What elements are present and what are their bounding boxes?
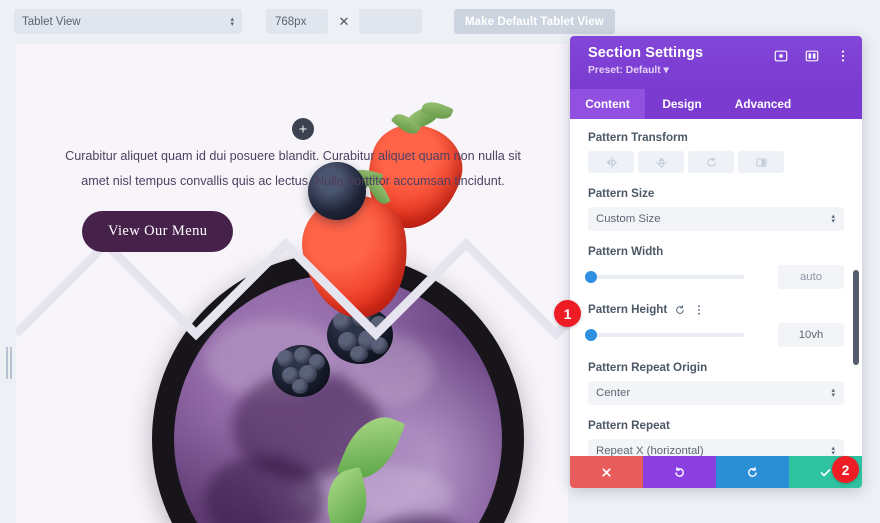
pattern-height-input[interactable]: 10vh: [778, 323, 844, 347]
field-pattern-size: Pattern Size Custom Size ▴ ▾: [588, 187, 844, 231]
view-mode-value: Tablet View: [22, 15, 81, 28]
chevron-down-icon: ▾: [663, 65, 669, 76]
pattern-height-label: Pattern Height: [588, 303, 844, 316]
dimension-separator-icon: ✕: [338, 13, 350, 29]
panel-body: Pattern Transform Pattern Size Custom Si…: [570, 119, 862, 466]
field-pattern-height: Pattern Height 10vh: [585, 303, 844, 347]
field-pattern-width: Pattern Width auto: [585, 245, 844, 289]
divi-builder-screen: Tablet View ▴ ▾ 768px ✕ Make Default Tabl…: [0, 0, 880, 523]
pattern-repeat-origin-select[interactable]: Center ▴ ▾: [588, 381, 844, 405]
step-badge-2: 2: [832, 456, 859, 483]
section-settings-panel: Section Settings Preset: Default ▾ Conte…: [570, 36, 862, 488]
view-mode-select[interactable]: Tablet View ▴ ▾: [14, 9, 242, 34]
cancel-button[interactable]: [570, 456, 643, 488]
slider-knob[interactable]: [585, 329, 597, 341]
reset-icon[interactable]: [674, 304, 686, 316]
pattern-width-control: auto: [585, 265, 844, 289]
viewport-width-value: 768px: [275, 15, 307, 28]
background-pattern-zigzag: [16, 237, 568, 341]
panel-preset-selector[interactable]: Preset: Default ▾: [588, 64, 848, 76]
pattern-width-placeholder: auto: [800, 271, 822, 283]
pattern-repeat-origin-label: Pattern Repeat Origin: [588, 361, 708, 374]
invert-button[interactable]: [738, 151, 784, 173]
plus-icon: [299, 125, 307, 133]
more-vertical-icon[interactable]: [693, 304, 705, 316]
pattern-width-input[interactable]: auto: [778, 265, 844, 289]
make-default-tablet-view-button[interactable]: Make Default Tablet View: [454, 9, 615, 34]
chevron-updown-icon: ▴ ▾: [831, 213, 835, 225]
focus-target-icon[interactable]: [774, 49, 788, 63]
page-preview: Curabitur aliquet quam id dui posuere bl…: [16, 44, 568, 523]
field-pattern-repeat-origin: Pattern Repeat Origin Center ▴ ▾: [588, 361, 844, 405]
layout-panel-icon[interactable]: [805, 49, 819, 63]
pattern-repeat-origin-value: Center: [596, 387, 631, 399]
chevron-updown-icon: ▴ ▾: [831, 445, 835, 457]
redo-button[interactable]: [716, 456, 789, 488]
invert-icon: [756, 157, 766, 167]
tab-content[interactable]: Content: [570, 89, 645, 119]
chevron-updown-icon: ▴ ▾: [230, 15, 234, 28]
pattern-height-slider[interactable]: [585, 329, 744, 341]
pattern-height-value: 10vh: [798, 329, 824, 341]
undo-icon: [675, 466, 684, 477]
view-our-menu-button[interactable]: View Our Menu: [82, 211, 234, 252]
tab-design[interactable]: Design: [645, 89, 719, 119]
check-icon: [820, 468, 831, 476]
pattern-transform-label: Pattern Transform: [588, 131, 688, 144]
pattern-height-control: 10vh: [585, 323, 844, 347]
viewport-resize-handle[interactable]: [4, 345, 13, 381]
viewport-width-input[interactable]: 768px: [266, 9, 328, 34]
pattern-size-value: Custom Size: [596, 213, 661, 225]
hero-text-block[interactable]: Curabitur aliquet quam id dui posuere bl…: [54, 144, 532, 193]
pattern-width-label: Pattern Width: [588, 245, 664, 258]
flip-vertical-icon: [655, 157, 667, 168]
close-icon: [602, 467, 611, 477]
pattern-width-slider[interactable]: [585, 271, 744, 283]
pattern-transform-buttons: [588, 151, 844, 173]
more-vertical-icon[interactable]: [836, 49, 850, 63]
tab-advanced[interactable]: Advanced: [719, 89, 807, 119]
step-badge-1: 1: [554, 300, 581, 327]
pattern-repeat-label: Pattern Repeat: [588, 419, 670, 432]
slider-knob[interactable]: [585, 271, 597, 283]
panel-preset-label: Preset: Default: [588, 65, 661, 76]
pattern-height-label-text: Pattern Height: [588, 303, 668, 316]
panel-scrollbar-thumb[interactable]: [853, 270, 859, 365]
flip-horizontal-icon: [606, 156, 617, 168]
panel-header: Section Settings Preset: Default ▾: [570, 36, 862, 89]
panel-tabs: Content Design Advanced: [570, 89, 862, 119]
panel-scrollbar[interactable]: [853, 119, 859, 466]
chevron-updown-icon: ▴ ▾: [831, 387, 835, 399]
pattern-size-select[interactable]: Custom Size ▴ ▾: [588, 207, 844, 231]
panel-footer-actions: [570, 456, 862, 488]
hero-paragraph: Curabitur aliquet quam id dui posuere bl…: [65, 149, 521, 188]
rotate-icon: [706, 156, 716, 167]
flip-horizontal-button[interactable]: [588, 151, 634, 173]
field-pattern-transform: Pattern Transform: [588, 131, 844, 173]
undo-button[interactable]: [643, 456, 716, 488]
viewport-height-input[interactable]: [359, 9, 422, 34]
flip-vertical-button[interactable]: [638, 151, 684, 173]
redo-icon: [748, 466, 757, 477]
pattern-size-label: Pattern Size: [588, 187, 655, 200]
rotate-button[interactable]: [688, 151, 734, 173]
panel-header-actions: [774, 49, 850, 63]
add-module-button[interactable]: [292, 118, 314, 140]
